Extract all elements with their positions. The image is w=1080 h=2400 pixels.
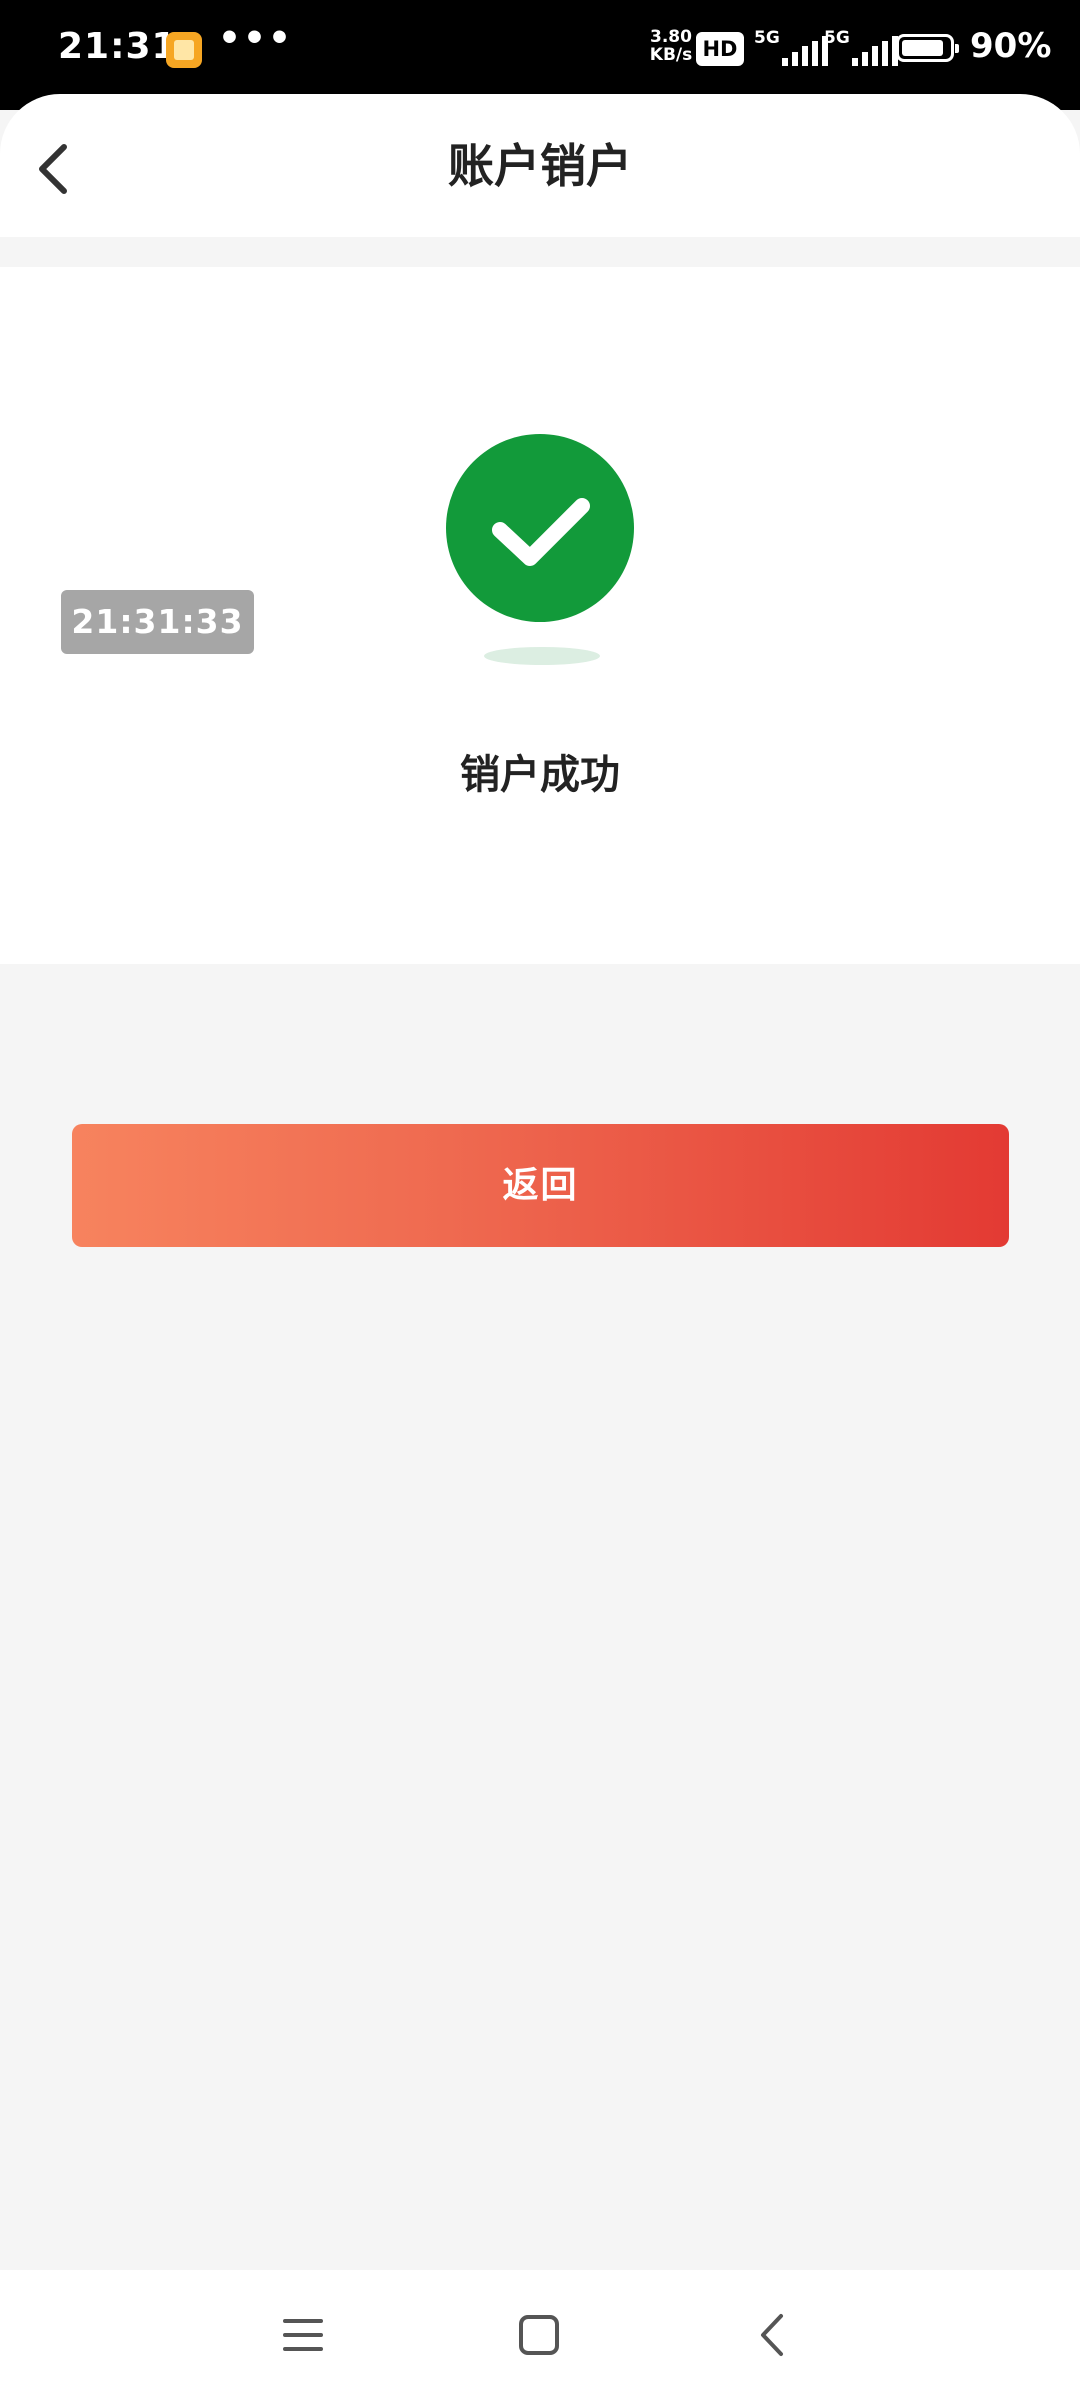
network-speed-value: 3.80 bbox=[650, 27, 692, 47]
sim1-signal-icon: 5G bbox=[754, 28, 834, 68]
header: 账户销户 bbox=[0, 94, 1080, 237]
home-button[interactable] bbox=[504, 2300, 574, 2370]
system-back-button[interactable] bbox=[738, 2300, 808, 2370]
icon-shadow bbox=[484, 647, 600, 665]
battery-percent: 90% bbox=[970, 26, 1052, 66]
battery-tip bbox=[955, 44, 959, 53]
battery-icon bbox=[896, 34, 959, 62]
battery-fill bbox=[902, 40, 943, 56]
result-message: 销户成功 bbox=[460, 752, 620, 798]
result-card: 21:31:33 销户成功 bbox=[0, 267, 1080, 964]
return-button[interactable]: 返回 bbox=[72, 1124, 1009, 1247]
back-icon bbox=[761, 2314, 783, 2356]
more-notifications-icon: ••• bbox=[218, 18, 294, 59]
success-check-icon bbox=[446, 434, 634, 622]
notes-app-icon bbox=[166, 32, 202, 68]
network-speed-unit: KB/s bbox=[649, 45, 693, 65]
status-time: 21:31 bbox=[58, 26, 178, 67]
sim2-signal-icon: 5G bbox=[824, 28, 904, 68]
navigation-bar bbox=[0, 2270, 1080, 2400]
checkmark-icon bbox=[492, 498, 590, 566]
sim2-network-label: 5G bbox=[824, 28, 850, 48]
page-title: 账户销户 bbox=[448, 139, 632, 193]
sim1-network-label: 5G bbox=[754, 28, 780, 48]
hd-voice-icon: HD bbox=[696, 32, 744, 66]
home-icon bbox=[519, 2315, 559, 2355]
network-speed: 3.80 KB/s bbox=[648, 28, 694, 64]
recent-apps-button[interactable] bbox=[268, 2300, 338, 2370]
timestamp-badge: 21:31:33 bbox=[61, 590, 254, 654]
menu-icon bbox=[283, 2319, 323, 2351]
screen: 21:31 ••• 3.80 KB/s HD 5G 5G 90% 账户销户 21… bbox=[0, 0, 1080, 2400]
